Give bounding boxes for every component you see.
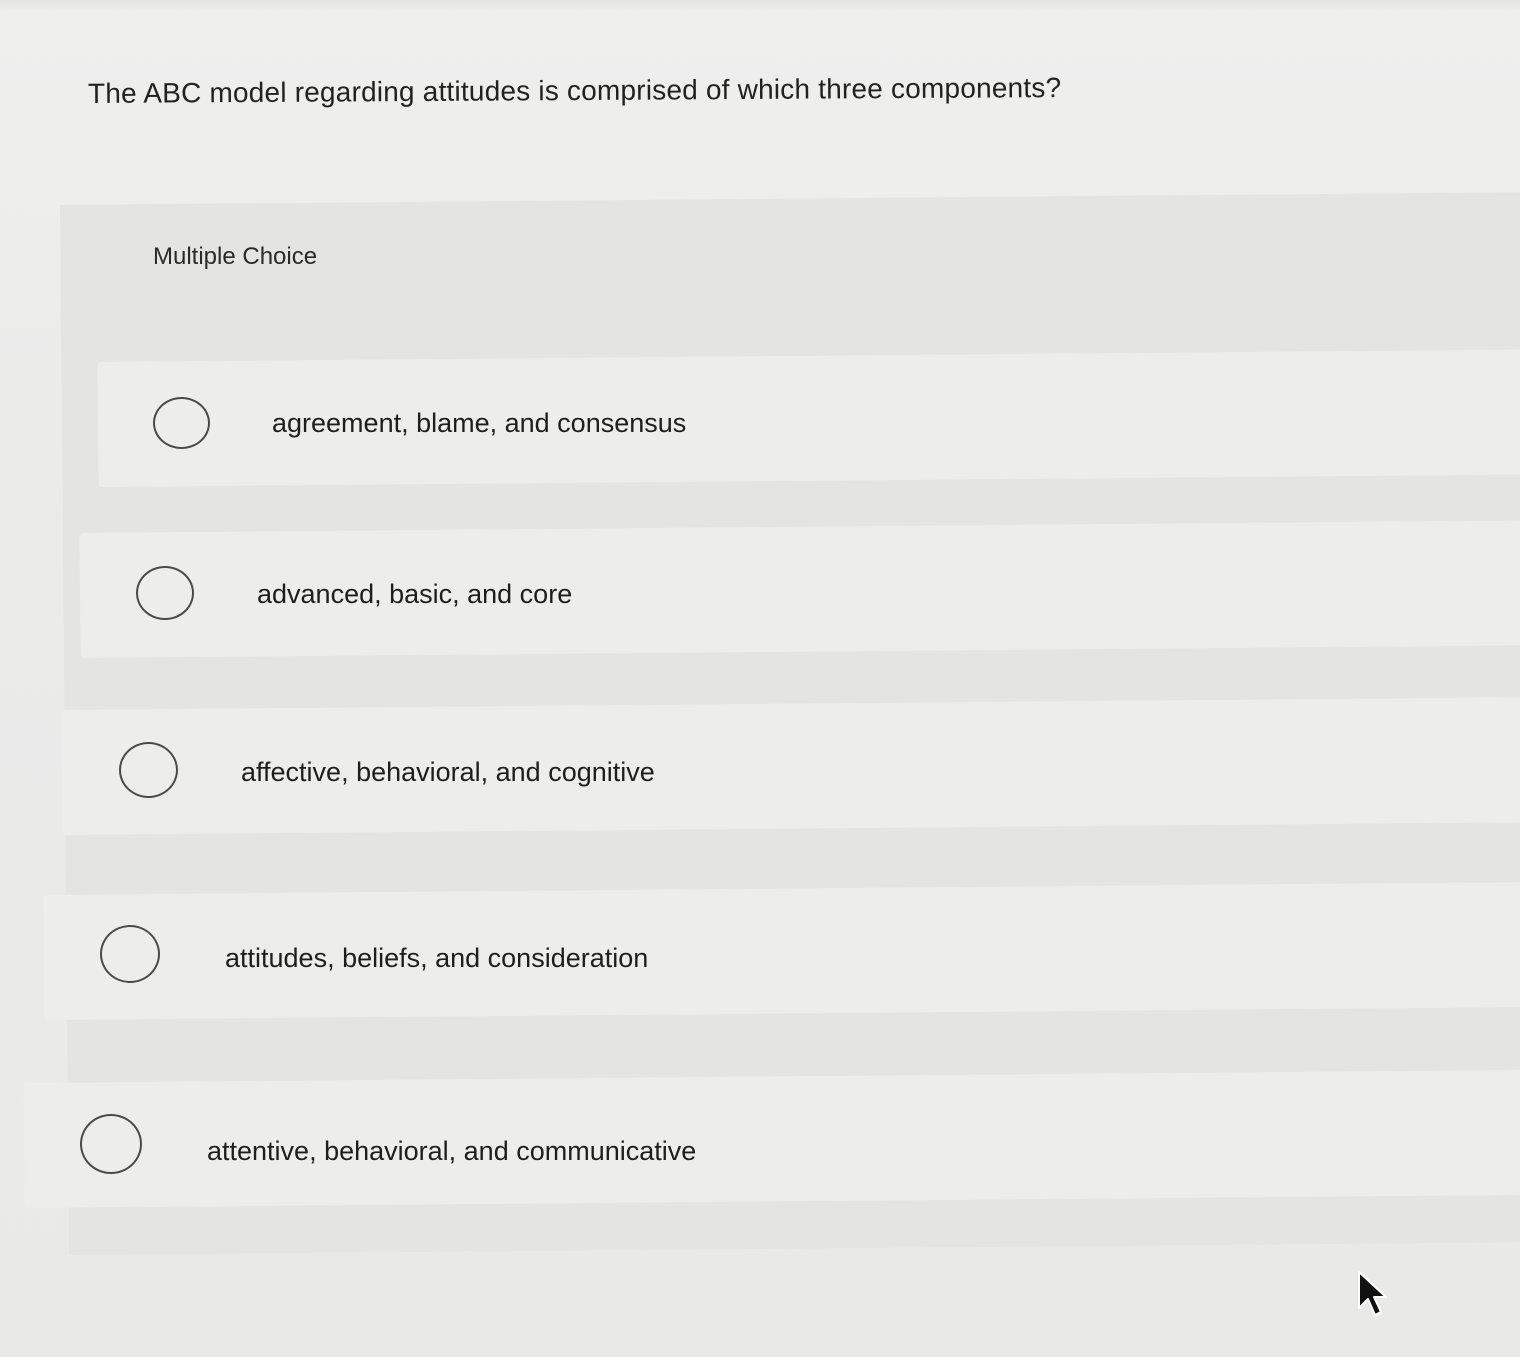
top-strip (0, 0, 1520, 10)
radio-circle-icon[interactable] (153, 397, 210, 449)
mouse-pointer-icon (1358, 1271, 1387, 1316)
option-label: attitudes, beliefs, and consideration (225, 943, 649, 973)
radio-circle-icon[interactable] (100, 925, 160, 983)
question-text: The ABC model regarding attitudes is com… (87, 72, 1062, 109)
radio-circle-icon[interactable] (80, 1114, 142, 1174)
radio-circle-icon[interactable] (136, 566, 194, 620)
option-label: agreement, blame, and consensus (272, 408, 687, 438)
option-label: affective, behavioral, and cognitive (241, 757, 655, 787)
multiple-choice-header: Multiple Choice (153, 243, 318, 270)
option-label: advanced, basic, and core (257, 579, 573, 609)
radio-circle-icon[interactable] (119, 742, 178, 798)
option-label: attentive, behavioral, and communicative (207, 1136, 697, 1166)
